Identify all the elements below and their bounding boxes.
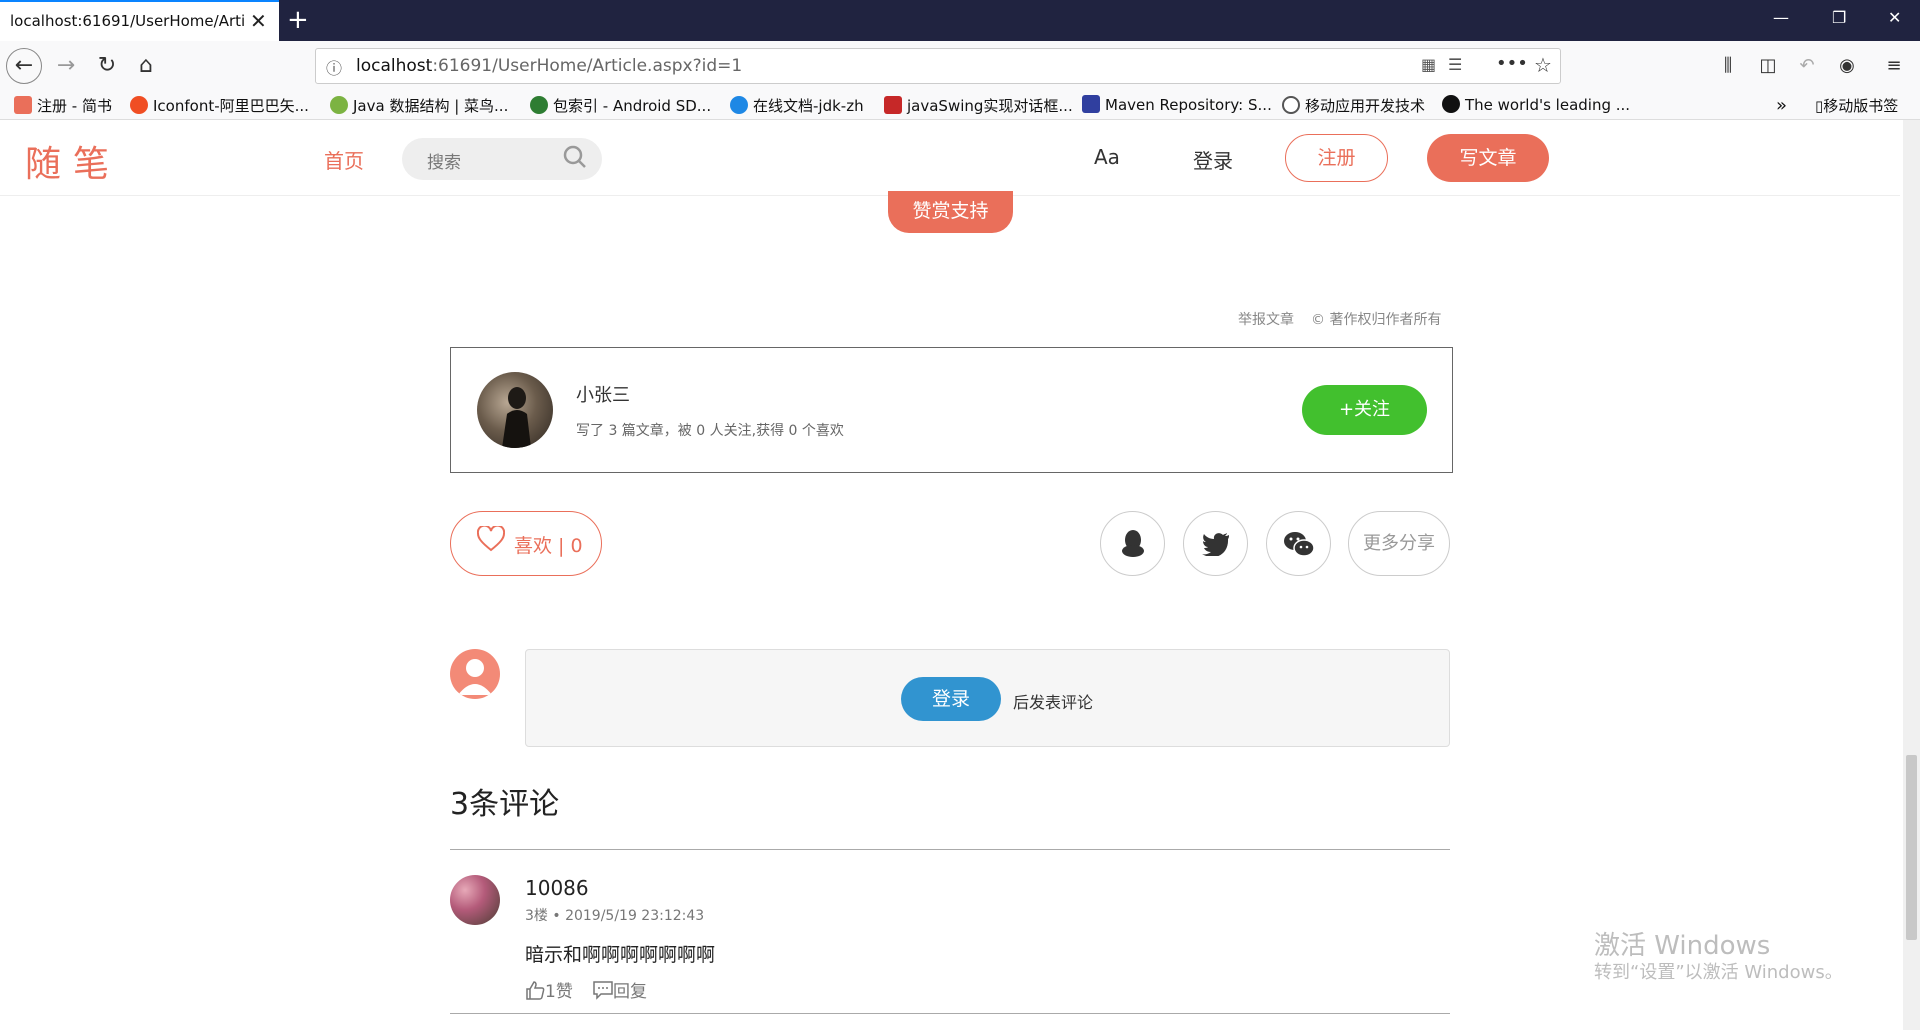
copyright-notice: © 著作权归作者所有: [1311, 312, 1442, 328]
chevron-right-icon[interactable]: »: [1776, 95, 1787, 116]
site-header: 随笔 首页 搜索 Aa 登录 注册 写文章: [0, 120, 1900, 196]
mobile-bookmarks[interactable]: ▯移动版书签: [1815, 95, 1898, 116]
wechat-share-button[interactable]: [1266, 511, 1331, 576]
reward-button[interactable]: 赞赏支持: [888, 191, 1013, 233]
comment-login-hint: 后发表评论: [1013, 693, 1094, 712]
report-article-link[interactable]: 举报文章: [1238, 309, 1294, 329]
scrollbar-thumb[interactable]: [1906, 755, 1917, 940]
comment-composer: 登录 后发表评论: [525, 649, 1450, 747]
avatar[interactable]: [477, 372, 553, 448]
minimize-icon[interactable]: —: [1773, 8, 1789, 27]
page-scrollbar[interactable]: [1903, 120, 1920, 1030]
comments-count-title: 3条评论: [450, 787, 560, 822]
back-icon[interactable]: ←: [6, 48, 42, 84]
divider: [450, 849, 1450, 850]
comment-meta: 3楼 • 2019/5/19 23:12:43: [525, 908, 705, 924]
twitter-share-button[interactable]: [1183, 511, 1248, 576]
wechat-icon: [1283, 531, 1315, 557]
comment-reply-button[interactable]: 回复: [593, 977, 647, 1002]
twitter-icon: [1201, 532, 1229, 557]
bookmarks-bar: 注册 - 简书 Iconfont-阿里巴巴矢... Java 数据结构 | 菜鸟…: [0, 91, 1920, 120]
nav-home-link[interactable]: 首页: [324, 145, 364, 174]
bookmark-item[interactable]: The world's leading ...: [1442, 95, 1630, 114]
register-button[interactable]: 注册: [1285, 134, 1388, 182]
logo[interactable]: 随笔: [25, 135, 121, 187]
reload-icon[interactable]: ↻: [91, 50, 123, 82]
author-card: 小张三 写了 3 篇文章，被 0 人关注,获得 0 个喜欢 +关注: [450, 347, 1453, 473]
windows-activation-watermark: 激活 Windows: [1594, 931, 1771, 961]
bookmark-item[interactable]: Maven Repository: S...: [1082, 95, 1272, 114]
home-icon[interactable]: ⌂: [130, 50, 162, 82]
url-bar[interactable]: ⓘ localhost:61691/UserHome/Article.aspx?…: [315, 48, 1561, 84]
reader-icon[interactable]: ☰: [1448, 55, 1462, 74]
comment-author[interactable]: 10086: [525, 876, 589, 900]
qr-icon[interactable]: ▦: [1421, 55, 1436, 74]
search-icon[interactable]: [562, 144, 588, 176]
bookmark-item[interactable]: Iconfont-阿里巴巴矢...: [130, 95, 309, 116]
comment-text: 暗示和啊啊啊啊啊啊啊: [525, 944, 716, 966]
star-icon[interactable]: ☆: [1534, 53, 1552, 77]
bookmark-item[interactable]: 包索引 - Android SD...: [530, 95, 711, 116]
divider: [450, 1013, 1450, 1014]
info-icon[interactable]: ⓘ: [326, 55, 342, 79]
windows-activation-hint: 转到“设置”以激活 Windows。: [1594, 962, 1843, 983]
bookmark-item[interactable]: 移动应用开发技术: [1282, 95, 1425, 116]
write-article-button[interactable]: 写文章: [1427, 134, 1549, 182]
menu-icon[interactable]: ≡: [1878, 50, 1910, 82]
login-button[interactable]: 登录: [901, 677, 1001, 721]
bookmark-item[interactable]: 在线文档-jdk-zh: [730, 95, 864, 116]
bookmark-item[interactable]: 注册 - 简书: [14, 95, 112, 116]
undo-icon[interactable]: ↶: [1791, 50, 1823, 82]
like-label: 喜欢 | 0: [514, 535, 583, 557]
author-name[interactable]: 小张三: [576, 381, 630, 407]
bookmark-item[interactable]: javaSwing实现对话框...: [884, 95, 1073, 116]
like-button[interactable]: 喜欢 | 0: [450, 511, 602, 576]
bookmark-item[interactable]: Java 数据结构 | 菜鸟...: [330, 95, 508, 116]
thumbs-up-icon: [526, 981, 545, 1000]
more-share-button[interactable]: 更多分享: [1348, 511, 1450, 576]
comment-icon: [593, 981, 613, 1000]
browser-tab-bar: localhost:61691/UserHome/Artic ✕ + — ❐ ✕: [0, 0, 1920, 41]
restore-icon[interactable]: ❐: [1832, 8, 1846, 27]
url-text: localhost:61691/UserHome/Article.aspx?id…: [356, 56, 743, 76]
new-tab-icon[interactable]: +: [287, 5, 309, 35]
window-close-icon[interactable]: ✕: [1888, 8, 1901, 27]
login-link[interactable]: 登录: [1193, 145, 1233, 174]
browser-tab[interactable]: localhost:61691/UserHome/Artic ✕: [0, 0, 279, 41]
qq-share-button[interactable]: [1100, 511, 1165, 576]
author-stats: 写了 3 篇文章，被 0 人关注,获得 0 个喜欢: [576, 423, 844, 439]
more-icon[interactable]: •••: [1496, 53, 1528, 74]
account-icon[interactable]: ◉: [1831, 50, 1863, 82]
follow-button[interactable]: +关注: [1302, 385, 1427, 435]
qq-icon: [1121, 529, 1144, 557]
heart-icon: [476, 524, 506, 559]
font-size-toggle[interactable]: Aa: [1094, 145, 1120, 169]
close-icon[interactable]: ✕: [250, 9, 267, 33]
sidebar-icon[interactable]: ◫: [1752, 50, 1784, 82]
search-input[interactable]: 搜索: [402, 138, 602, 180]
comment-like-button[interactable]: 1赞: [525, 977, 573, 1002]
browser-nav-bar: ← → ↻ ⌂ ⓘ localhost:61691/UserHome/Artic…: [0, 41, 1920, 91]
tab-title: localhost:61691/UserHome/Artic: [10, 12, 245, 30]
library-icon[interactable]: ⫼: [1712, 50, 1744, 82]
avatar: [450, 649, 500, 699]
search-placeholder: 搜索: [427, 153, 461, 173]
forward-icon[interactable]: →: [50, 50, 82, 82]
avatar[interactable]: [450, 875, 500, 925]
